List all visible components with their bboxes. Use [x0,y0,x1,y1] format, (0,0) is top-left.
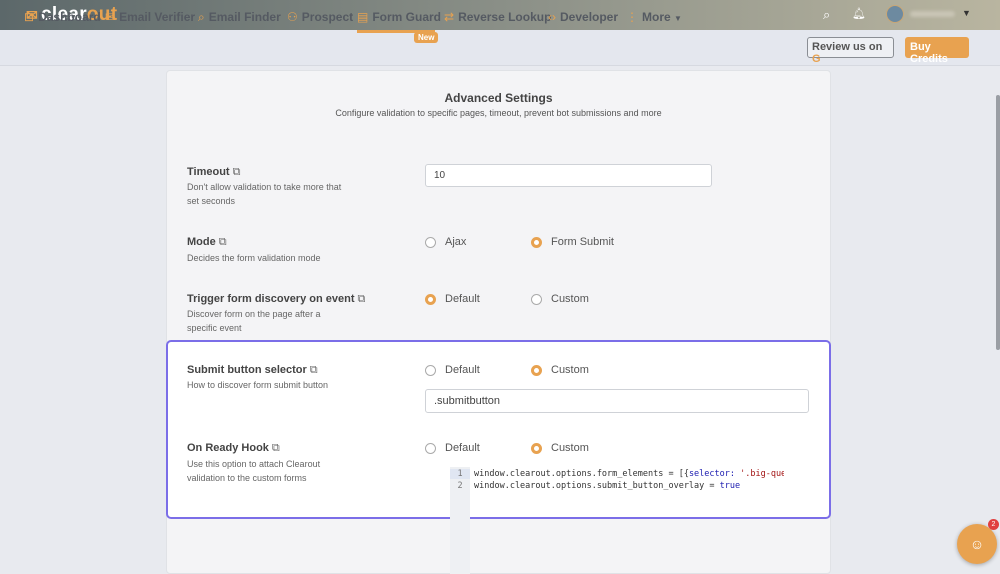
submit-selector-desc: How to discover form submit button [187,380,329,390]
envelope-icon: ✉ [105,10,116,24]
submit-selector-label: Submit button selector ⧉ [187,364,318,376]
avatar[interactable] [886,5,904,23]
timeout-desc: Don't allow validation to take more that… [187,182,342,206]
search-icon[interactable]: ⌕ [823,7,830,23]
mode-ajax-radio[interactable]: Ajax [425,236,466,248]
external-link-icon[interactable]: ⧉ [310,364,318,376]
nav-prospect[interactable]: ⚇ Prospect [287,10,353,24]
trigger-desc: Discover form on the page after a specif… [187,309,321,333]
trigger-custom-radio[interactable]: Custom [531,293,589,305]
users-icon: ⚇ [287,10,298,24]
nav-form-guard[interactable]: ▤ Form Guard [357,10,441,33]
timeout-label: Timeout ⧉ [187,166,241,178]
trigger-label: Trigger form discovery on event ⧉ [187,293,366,305]
external-link-icon[interactable]: ⧉ [358,293,366,305]
chevron-down-icon: ▼ [674,14,682,23]
scrollbar[interactable] [996,95,1000,350]
chat-icon: ☺ [969,536,985,552]
briefcase-icon: ⊡ [24,10,35,24]
chat-badge: 2 [988,519,999,530]
g2-icon: G [812,53,821,65]
external-link-icon[interactable]: ⧉ [272,442,280,454]
buy-credits-button[interactable]: Buy Credits [905,37,969,65]
timeout-input[interactable]: 10 [425,164,712,187]
review-button[interactable]: Review us on G [807,37,894,65]
code-editor[interactable]: 1 2 window.clearout.options.form_element… [450,467,785,574]
ready-custom-radio[interactable]: Custom [531,442,589,454]
chat-button[interactable]: ☺ [957,524,997,564]
swap-icon: ⇄ [444,10,455,24]
external-link-icon[interactable]: ⧉ [219,236,227,248]
nav-dashboard[interactable]: ⊡ Dashboard [24,10,101,24]
submit-default-radio[interactable]: Default [425,364,480,376]
nav-developer[interactable]: ‹› Developer [548,10,618,24]
bell-icon[interactable]: 🔔︎ [852,7,866,20]
ready-default-radio[interactable]: Default [425,442,480,454]
dots-icon: ⋮ [626,10,638,24]
code-line: window.clearout.options.submit_button_ov… [474,481,741,491]
nav-reverse-lookup[interactable]: ⇄ Reverse Lookup [444,10,551,24]
trigger-default-radio[interactable]: Default [425,293,480,305]
ready-hook-label: On Ready Hook ⧉ [187,442,280,454]
mode-desc: Decides the form validation mode [187,253,321,263]
mode-form-submit-radio[interactable]: Form Submit [531,236,614,248]
form-icon: ▤ [357,10,369,24]
code-icon: ‹› [548,10,556,24]
search-icon: ⌕ [198,10,205,24]
code-line: window.clearout.options.form_elements = … [474,469,784,479]
mode-label: Mode ⧉ [187,236,227,248]
user-name-blurred[interactable] [910,11,955,17]
nav-email-verifier[interactable]: ✉ Email Verifier [105,10,195,24]
submit-selector-input[interactable]: .submitbutton [425,389,809,413]
new-badge: New [414,32,439,43]
submit-custom-radio[interactable]: Custom [531,364,589,376]
chevron-down-icon[interactable]: ▼ [962,8,971,18]
external-link-icon[interactable]: ⧉ [233,166,241,178]
page-title: Advanced Settings [444,91,553,105]
page-subtitle: Configure validation to specific pages, … [335,108,662,118]
ready-hook-desc: Use this option to attach Clearout valid… [187,459,321,483]
nav-more[interactable]: ⋮ More ▼ [626,10,682,24]
nav-email-finder[interactable]: ⌕ Email Finder [198,10,281,25]
